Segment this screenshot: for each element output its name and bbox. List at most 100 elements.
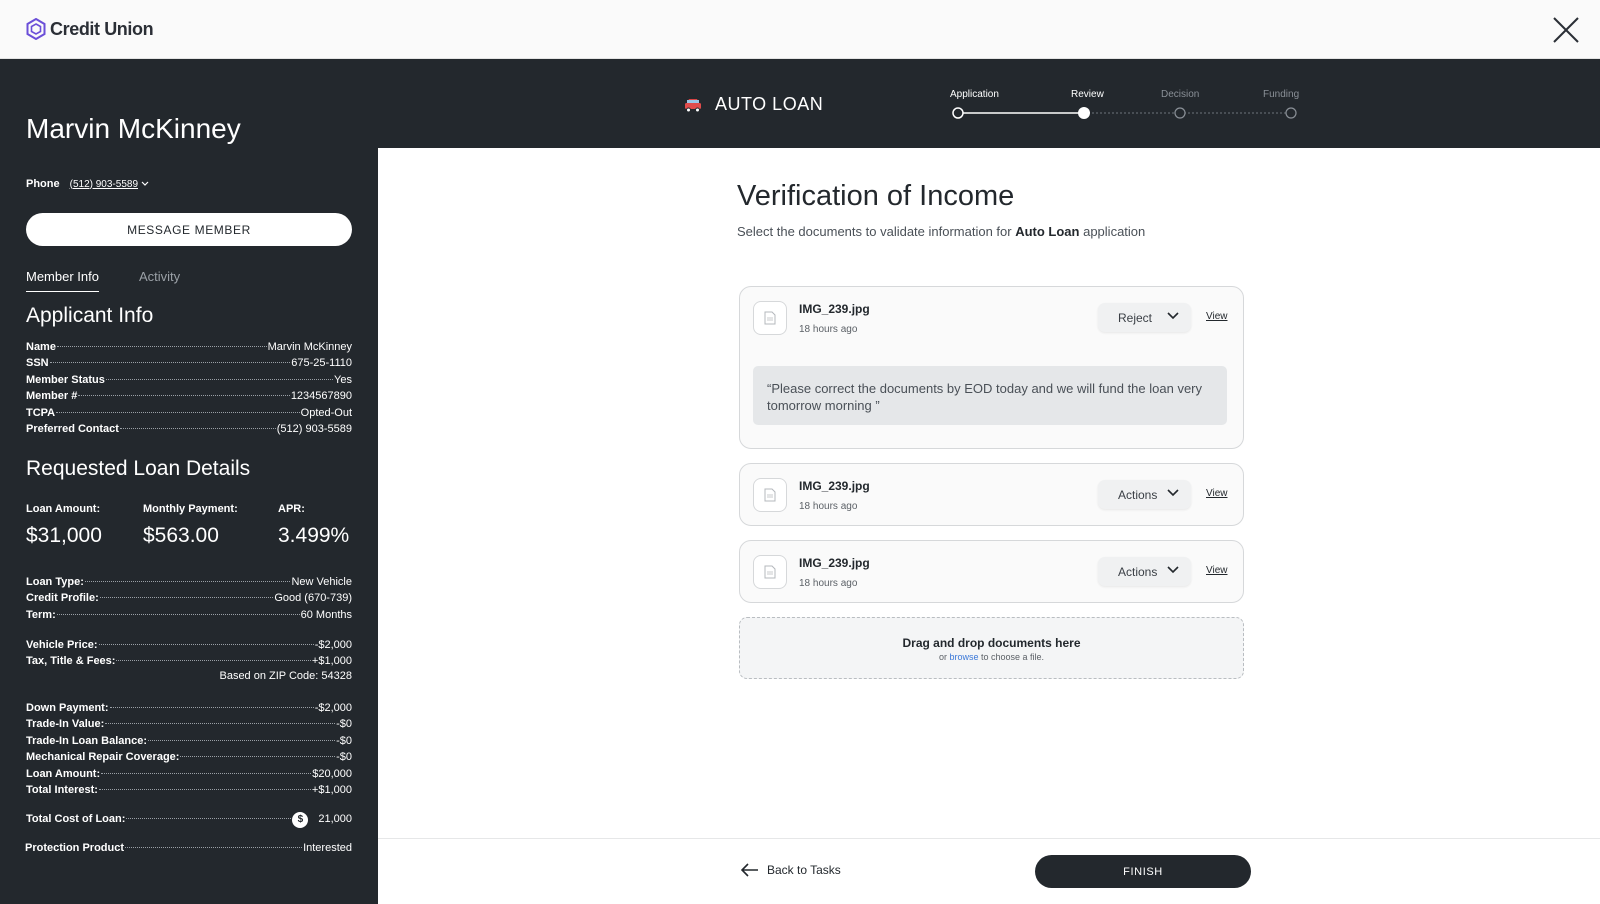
document-action-dropdown[interactable]: Actions: [1098, 557, 1191, 586]
row-label: TCPA: [26, 407, 56, 419]
row-value: Interested: [303, 842, 352, 854]
dollar-icon: $: [292, 812, 309, 828]
phone-dropdown[interactable]: (512) 903-5589: [70, 179, 149, 190]
step-funding[interactable]: Funding: [1263, 89, 1299, 100]
phone-number: (512) 903-5589: [69, 178, 139, 190]
main-content: Verification of Income Select the docume…: [378, 148, 1600, 838]
phone-label: Phone: [26, 178, 60, 190]
view-document-link[interactable]: View: [1206, 565, 1228, 576]
back-to-tasks-link[interactable]: Back to Tasks: [741, 863, 841, 877]
action-label: Actions: [1118, 487, 1158, 502]
member-sidebar: Marvin McKinney Phone (512) 903-5589 MES…: [0, 59, 378, 904]
applicant-row: Member # 1234567890: [26, 389, 352, 403]
row-value: $20,000: [312, 768, 352, 780]
browse-link[interactable]: browse: [949, 652, 978, 662]
stepper-track: [952, 107, 1297, 119]
applicant-row: Preferred Contact (512) 903-5589: [26, 422, 352, 436]
view-document-link[interactable]: View: [1206, 311, 1228, 322]
row-label: Total Interest:: [26, 784, 98, 796]
sidebar-tabs: Member Info Activity: [26, 269, 180, 292]
brand-logo[interactable]: Credit Union: [26, 18, 154, 40]
loan-type-label: AUTO LOAN: [715, 94, 824, 114]
top-bar: Credit Union: [0, 0, 1600, 59]
row-label: Vehicle Price:: [26, 639, 98, 651]
document-card: IMG_239.jpg 18 hours ago Reject View “Pl…: [739, 286, 1244, 449]
breakdown-row: Trade-In Loan Balance: -$0: [26, 734, 352, 748]
row-value: -$0: [336, 751, 352, 763]
action-label: Reject: [1118, 310, 1153, 325]
hexagon-logo-icon: [26, 18, 46, 40]
footer-bar: Back to Tasks FINISH: [378, 838, 1600, 904]
row-label: Mechanical Repair Coverage:: [26, 751, 180, 763]
row-label: Member Status: [26, 374, 105, 386]
row-label: Total Cost of Loan:: [26, 813, 126, 825]
tab-member-info[interactable]: Member Info: [26, 269, 99, 292]
document-time: 18 hours ago: [799, 501, 858, 512]
pricing-row: Vehicle Price: -$2,000: [26, 638, 352, 652]
car-icon: [685, 98, 701, 112]
row-label: Tax, Title & Fees:: [26, 655, 116, 667]
applicant-row: Name Marvin McKinney: [26, 340, 352, 354]
chevron-down-icon: [1167, 566, 1179, 574]
progress-stepper: Application Review Decision Funding: [950, 89, 1310, 129]
row-label: Member #: [26, 390, 78, 402]
row-label: Credit Profile:: [26, 592, 99, 604]
applicant-info-title: Applicant Info: [26, 304, 154, 327]
row-label: Loan Type:: [26, 576, 84, 588]
finish-button[interactable]: FINISH: [1035, 855, 1251, 888]
chevron-down-icon: [1167, 312, 1179, 320]
view-document-link[interactable]: View: [1206, 488, 1228, 499]
document-name: IMG_239.jpg: [799, 479, 870, 493]
phone-row: Phone (512) 903-5589: [26, 178, 149, 190]
dropzone-hint: or browse to choose a file.: [938, 652, 1045, 662]
row-value: Good (670-739): [274, 592, 352, 604]
file-icon: [753, 478, 787, 512]
loan-detail-row: Term: 60 Months: [26, 608, 352, 622]
brand-name: Credit Union: [50, 18, 154, 39]
breakdown-row: Trade-In Value: -$0: [26, 717, 352, 731]
row-label: Trade-In Value:: [26, 718, 105, 730]
row-value: +$1,000: [311, 655, 352, 667]
message-member-button[interactable]: MESSAGE MEMBER: [26, 213, 352, 246]
close-icon: [1553, 17, 1579, 43]
step-review[interactable]: Review: [1071, 89, 1104, 100]
document-dropzone[interactable]: Drag and drop documents here or browse t…: [739, 617, 1244, 679]
chevron-down-icon: [141, 181, 149, 186]
loan-details-title: Requested Loan Details: [26, 457, 251, 480]
step-decision[interactable]: Decision: [1161, 89, 1199, 100]
document-card: IMG_239.jpg 18 hours ago Actions View: [739, 463, 1244, 526]
document-name: IMG_239.jpg: [799, 556, 870, 570]
document-action-dropdown[interactable]: Actions: [1098, 480, 1191, 509]
page-title: Verification of Income: [737, 180, 1015, 212]
step-review-dot: [1078, 107, 1090, 119]
apr-label: APR:: [278, 503, 305, 515]
breakdown-row: Mechanical Repair Coverage: -$0: [26, 750, 352, 764]
applicant-row: SSN 675-25-1110: [26, 356, 352, 370]
document-name: IMG_239.jpg: [799, 302, 870, 316]
row-value: (512) 903-5589: [276, 423, 352, 435]
row-value: 21,000: [318, 813, 352, 825]
step-application[interactable]: Application: [950, 89, 999, 100]
row-value: +$1,000: [311, 784, 352, 796]
tab-activity[interactable]: Activity: [139, 269, 180, 292]
document-comment: “Please correct the documents by EOD tod…: [753, 366, 1227, 425]
step-funding-dot: [1285, 107, 1297, 119]
row-value: 1234567890: [290, 390, 352, 402]
document-action-dropdown[interactable]: Reject: [1098, 303, 1191, 332]
breakdown-row: Loan Amount: $20,000: [26, 767, 352, 781]
chevron-down-icon: [1167, 489, 1179, 497]
row-label: Down Payment:: [26, 702, 109, 714]
row-label: Preferred Contact: [26, 423, 119, 435]
back-label: Back to Tasks: [767, 863, 841, 877]
row-value: -$2,000: [314, 702, 352, 714]
step-decision-dot: [1174, 107, 1186, 119]
loan-title: AUTO LOAN: [683, 94, 823, 115]
dropzone-title: Drag and drop documents here: [902, 636, 1081, 650]
row-label: SSN: [26, 357, 49, 369]
row-label: Name: [26, 341, 56, 353]
row-value: -$2,000: [314, 639, 352, 651]
close-button[interactable]: [1550, 14, 1582, 46]
row-label: Trade-In Loan Balance:: [26, 735, 148, 747]
row-label: Term:: [26, 609, 56, 621]
applicant-row: TCPA Opted-Out: [26, 406, 352, 420]
